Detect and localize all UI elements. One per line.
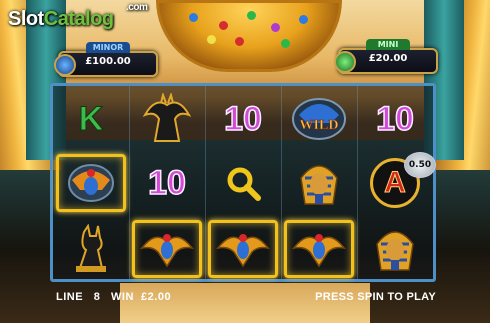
mini-jackpot-plaque: MINI £20.00: [334, 39, 438, 74]
gem-icon: [281, 39, 290, 48]
ten-symbol-text: 10: [147, 164, 186, 202]
pharaoh-mask-icon: [376, 231, 414, 271]
gem-icon: [247, 11, 256, 20]
k-symbol-text: K: [78, 100, 104, 138]
logo-text-catalog: Catalog: [43, 8, 114, 30]
symbol-k: K: [56, 90, 126, 148]
win-line-info: LINE 8 WIN £2.00: [56, 291, 171, 303]
slotcatalog-logo: SlotCatalog .com: [8, 2, 148, 31]
line-value: 8: [93, 291, 101, 303]
symbol-ten: 10: [360, 90, 430, 148]
pharaoh-mask-icon: [300, 165, 338, 205]
symbol-anubis: [132, 90, 202, 148]
reel-4: WILD: [281, 86, 358, 279]
symbol-scarab-winning: [208, 220, 278, 278]
symbol-wild: WILD: [284, 90, 354, 148]
gem-icon: [271, 23, 280, 32]
gem-icon: [219, 21, 228, 30]
symbol-scarab-winning: [284, 220, 354, 278]
bet-coin-value: 0.50: [408, 160, 432, 170]
symbol-scarab-winning: [132, 220, 202, 278]
symbol-magnifier: [208, 154, 278, 212]
reel-3: 10: [205, 86, 282, 279]
ten-symbol-text: 10: [375, 100, 414, 138]
reel-5: 10 A: [357, 86, 433, 279]
gem-icon: [299, 15, 308, 24]
scarab-amulet-icon: [292, 234, 346, 268]
scarab-amulet-icon: [216, 234, 270, 268]
symbol-pharaoh: [360, 220, 430, 278]
gem-icon: [235, 37, 244, 46]
reel-2: 10: [129, 86, 206, 279]
line-label: LINE: [56, 291, 84, 303]
minor-jackpot-plaque: MINOR £100.00: [54, 42, 158, 77]
sand-path: [120, 283, 370, 323]
minor-jackpot-value: £100.00: [85, 56, 131, 67]
wild-label: WILD: [300, 118, 339, 133]
win-label: WIN: [111, 291, 134, 303]
reel-grid[interactable]: K 10 10 WILD 10 A: [50, 83, 436, 282]
jackal-statue-icon: [76, 224, 106, 272]
spin-prompt: PRESS SPIN TO PLAY: [315, 291, 436, 303]
mini-jackpot-label: MINI: [366, 39, 410, 50]
reel-1: K: [53, 86, 130, 279]
symbol-jackal-statue: [56, 220, 126, 278]
scarab-amulet-icon: [140, 234, 194, 268]
logo-text-slot: Slot: [8, 8, 44, 30]
ten-symbol-text: 10: [223, 100, 262, 138]
gem-icon: [207, 35, 216, 44]
magnifier-icon: [227, 167, 261, 201]
bet-coin-badge[interactable]: 0.50: [404, 152, 436, 178]
win-value: £2.00: [141, 291, 172, 303]
symbol-ten: 10: [208, 90, 278, 148]
minor-jackpot-label: MINOR: [86, 42, 130, 53]
symbol-scarab-winning: [56, 154, 126, 212]
symbol-pharaoh: [284, 154, 354, 212]
symbol-ten: 10: [132, 154, 202, 212]
treasure-bowl-image: [156, 0, 342, 72]
wild-icon: WILD: [292, 98, 346, 140]
slot-game-screen: SlotCatalog .com MINOR £100.00 MINI £20.…: [0, 0, 490, 323]
mini-jackpot-value: £20.00: [368, 53, 408, 64]
anubis-jackal-icon: [142, 93, 192, 142]
a-symbol-text: A: [384, 166, 407, 199]
gem-icon: [189, 13, 198, 22]
logo-text-com: .com: [126, 2, 148, 13]
scarab-amulet-icon: [68, 164, 114, 202]
